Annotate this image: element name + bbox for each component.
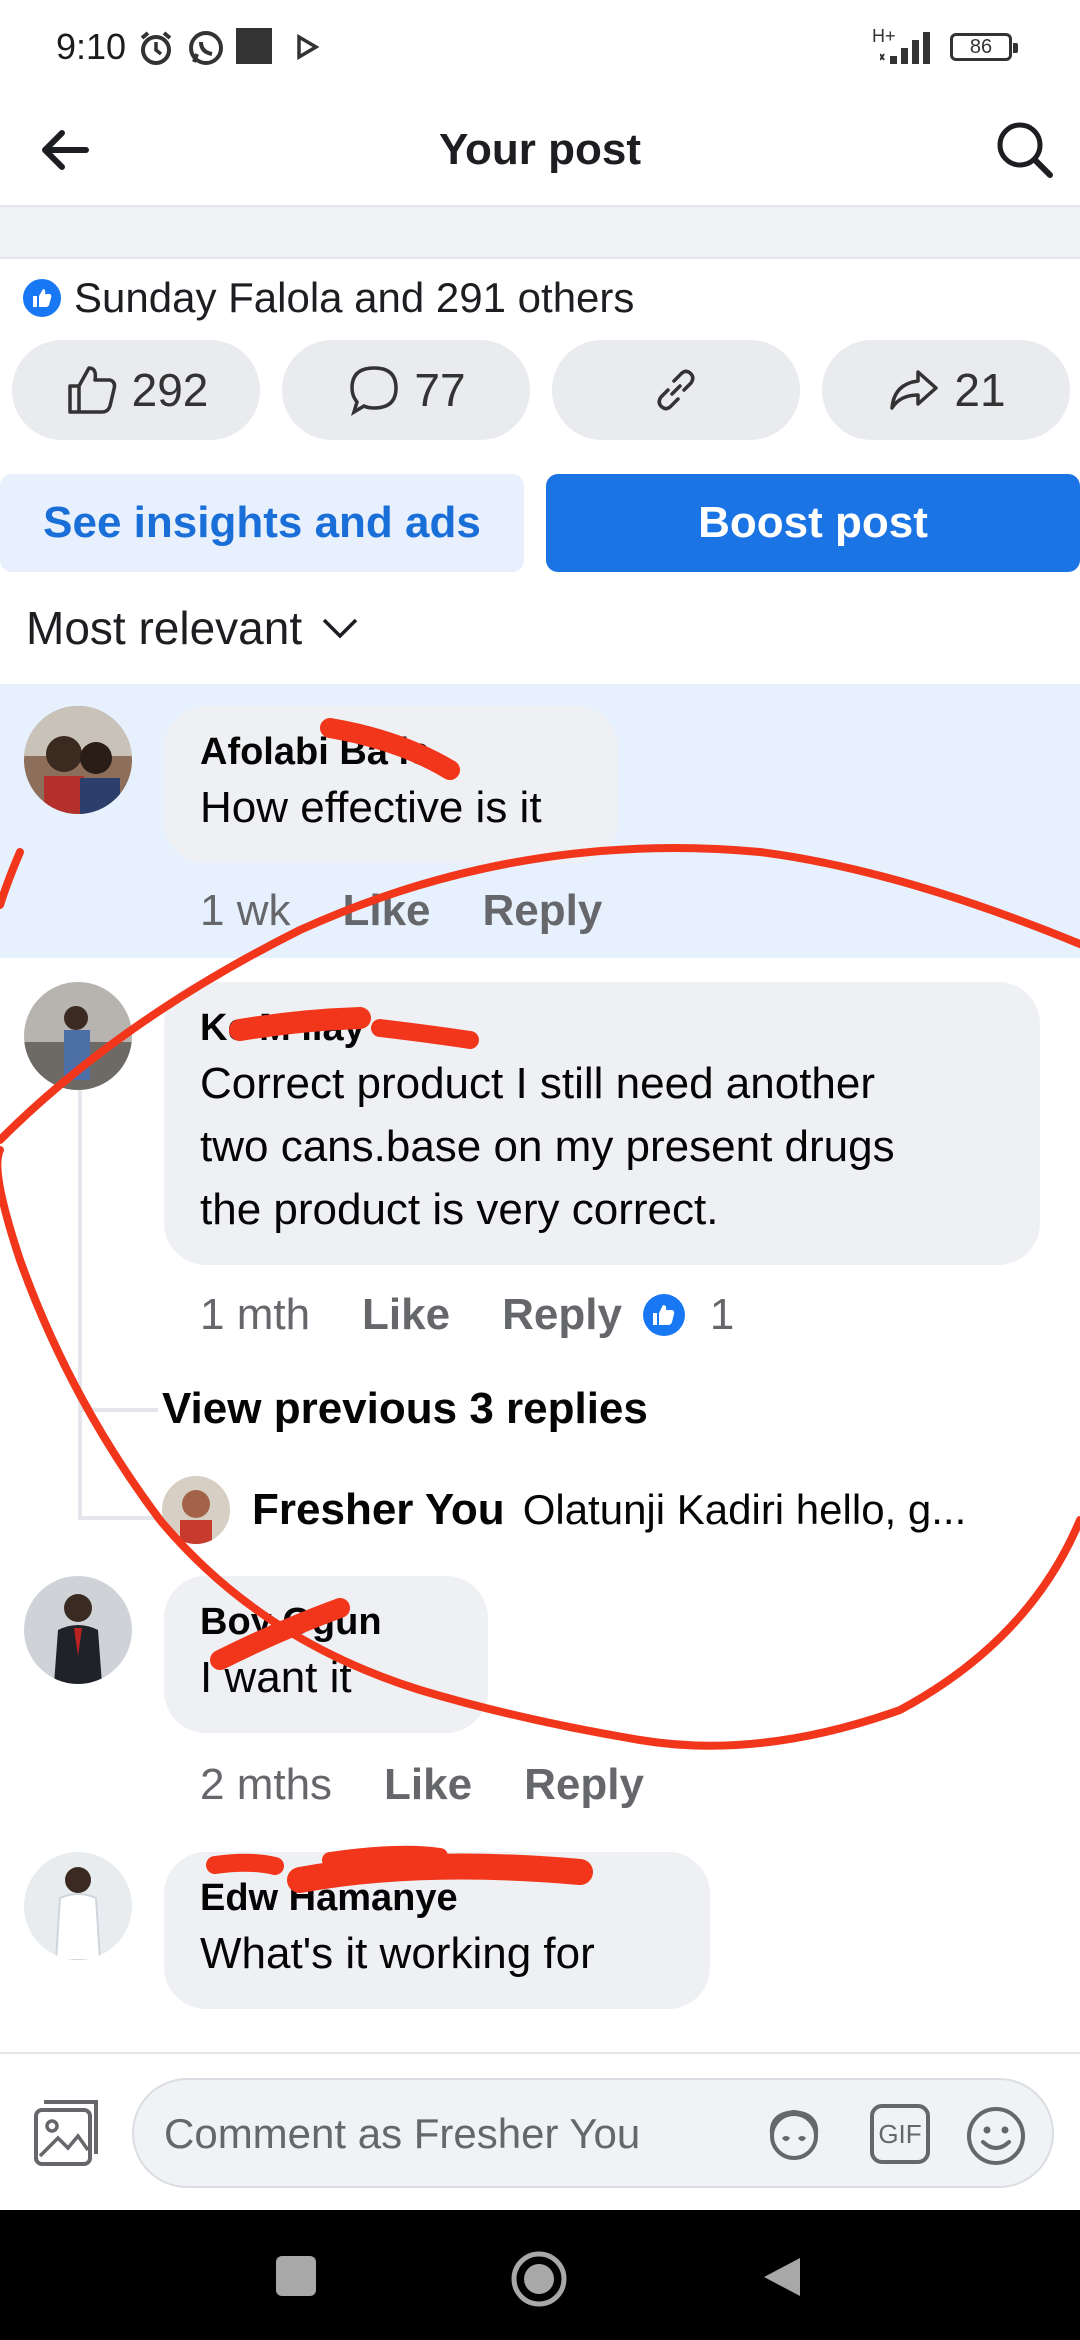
status-time: 9:10 [56, 26, 127, 67]
status-bar: 9:10 H+ 86 [0, 0, 1080, 95]
reactions-summary-text: Sunday Falola and 291 others [74, 274, 635, 321]
view-previous-replies-link[interactable]: View previous 3 replies [162, 1384, 648, 1434]
comment-like-button[interactable]: Like [384, 1760, 472, 1810]
comment-text-line: the product is very correct. [200, 1185, 719, 1234]
comment-text: I want it [200, 1653, 352, 1702]
comment-button[interactable]: 77 [282, 340, 530, 440]
comment-reply-button[interactable]: Reply [502, 1290, 622, 1340]
chevron-down-icon [322, 618, 358, 639]
thread-connector [78, 1408, 158, 1412]
share-button[interactable]: 21 [822, 340, 1070, 440]
comment-author[interactable]: Edw Hamanye [200, 1874, 674, 1922]
emoji-icon[interactable] [964, 2104, 1028, 2168]
avatar[interactable] [24, 1576, 132, 1684]
comment-sort-dropdown[interactable]: Most relevant [26, 596, 360, 660]
comment-text: How effective is it [200, 783, 542, 832]
recent-apps-button[interactable] [276, 2256, 316, 2296]
share-arrow-icon [890, 370, 939, 410]
comment-author[interactable]: Afolabi Ba le [200, 728, 582, 776]
thread-connector [78, 1516, 164, 1520]
avatar[interactable] [24, 1852, 132, 1960]
comment-actions: 2 mths Like Reply [200, 1760, 644, 1810]
comment-author[interactable]: Boy Ogun [200, 1598, 452, 1646]
search-button[interactable] [990, 115, 1060, 185]
avatar-sticker-icon[interactable] [762, 2104, 826, 2168]
avatar[interactable] [24, 982, 132, 1090]
battery-indicator: 86 [950, 33, 1018, 61]
comment-actions: 1 wk Like Reply [200, 886, 602, 936]
avatar[interactable] [162, 1476, 230, 1544]
comment-bubble[interactable]: Edw Hamanye What's it working for [164, 1852, 710, 2009]
comment-input[interactable]: Comment as Fresher You GIF [132, 2078, 1054, 2188]
alarm-icon [140, 31, 172, 65]
thread-line [78, 1090, 82, 1520]
comment-bubble[interactable]: Boy Ogun I want it [164, 1576, 488, 1733]
comment-reaction-count: 1 [709, 1290, 735, 1339]
photo-icon [34, 2100, 98, 2166]
comment-time[interactable]: 1 mth [200, 1290, 310, 1340]
like-count: 292 [131, 364, 209, 416]
thumbs-up-icon [67, 366, 116, 414]
avatar[interactable] [24, 706, 132, 814]
back-nav-button[interactable] [760, 2254, 804, 2300]
comment-reply-button[interactable]: Reply [483, 886, 603, 936]
system-navigation-bar [0, 2210, 1080, 2340]
comment-bubble[interactable]: Afolabi Ba le How effective is it [164, 706, 618, 863]
comment-time[interactable]: 1 wk [200, 886, 290, 936]
comment-actions: 1 mth Like Reply 1 [200, 1290, 734, 1340]
reactions-summary[interactable]: Sunday Falola and 291 others [20, 270, 634, 326]
add-photo-button[interactable] [30, 2096, 104, 2170]
comment-like-button[interactable]: Like [342, 886, 430, 936]
like-button[interactable]: 292 [12, 340, 260, 440]
share-count: 21 [954, 364, 1006, 416]
comment-text-line: Correct product I still need another [200, 1059, 876, 1108]
page-title: Your post [438, 125, 642, 174]
sort-label: Most relevant [26, 602, 303, 654]
link-icon [657, 369, 695, 411]
like-reaction-icon [642, 1294, 685, 1336]
play-store-icon [297, 34, 320, 60]
reply-author[interactable]: Fresher You [252, 1485, 505, 1535]
gif-button[interactable]: GIF [870, 2104, 934, 2168]
home-button[interactable] [510, 2250, 568, 2308]
reply-text: Olatunji Kadiri hello, g... [522, 1486, 967, 1533]
comment-bubble[interactable]: Ke M ilay Correct product I still need a… [164, 982, 1040, 1265]
post-content-cutoff [0, 207, 1080, 259]
boost-post-button[interactable]: Boost post [546, 474, 1080, 572]
comment-placeholder: Comment as Fresher You [164, 2110, 641, 2157]
comment-author[interactable]: Ke M ilay [200, 1004, 1004, 1052]
whatsapp-icon [189, 31, 223, 65]
comment-text: What's it working for [200, 1929, 595, 1978]
signal-icon [880, 32, 930, 64]
reply-preview[interactable]: Fresher You Olatunji Kadiri hello, g... [162, 1470, 1062, 1550]
see-insights-button[interactable]: See insights and ads [0, 474, 524, 572]
copy-link-button[interactable] [552, 340, 800, 440]
comment-time[interactable]: 2 mths [200, 1760, 332, 1810]
comment-reactions[interactable]: 1 [642, 1290, 734, 1340]
comment-like-button[interactable]: Like [362, 1290, 450, 1340]
app-header: Your post [0, 95, 1080, 207]
comment-text-line: two cans.base on my present drugs [200, 1122, 895, 1171]
gif-icon: GIF [870, 2104, 930, 2164]
comment-bubble-icon [350, 366, 399, 416]
comment-count: 77 [414, 364, 466, 416]
like-reaction-icon [20, 276, 64, 320]
comment-reply-button[interactable]: Reply [524, 1760, 644, 1810]
notification-square-icon [236, 28, 272, 64]
search-icon [997, 122, 1053, 178]
comment-composer: Comment as Fresher You GIF [0, 2052, 1080, 2210]
